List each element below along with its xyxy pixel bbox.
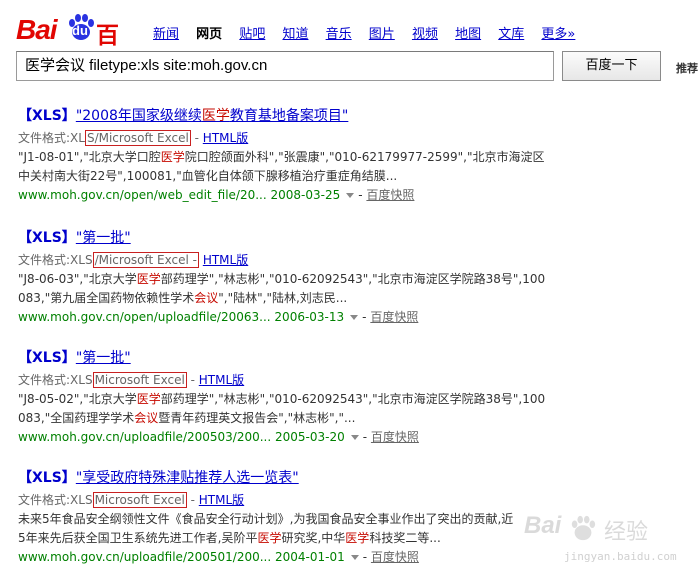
search-button[interactable]: 百度一下 xyxy=(562,51,661,81)
result-title-link[interactable]: "2008年国家级继续医学教育基地备案项目" xyxy=(76,108,349,124)
result-abstract: "J8-06-03","北京大学医学部药理学","林志彬","010-62092… xyxy=(18,272,546,305)
dropdown-arrow-icon[interactable] xyxy=(346,193,355,198)
result-title: 【XLS】"2008年国家级继续医学教育基地备案项目" xyxy=(18,106,688,126)
result-url-line: www.moh.gov.cn/open/uploadfile/20063... … xyxy=(18,310,419,324)
snapshot-link[interactable]: 百度快照 xyxy=(371,550,419,564)
result-url[interactable]: www.moh.gov.cn/uploadfile/200501/200... xyxy=(18,550,271,564)
html-version-link[interactable]: HTML版 xyxy=(203,253,248,267)
nav-item-images[interactable]: 图片 xyxy=(369,23,395,42)
file-format-value: Microsoft Excel xyxy=(92,492,187,508)
result-title: 【XLS】"第一批" xyxy=(18,348,688,368)
snapshot-link[interactable]: 百度快照 xyxy=(370,310,418,324)
dropdown-arrow-icon[interactable] xyxy=(350,435,359,440)
result-url[interactable]: www.moh.gov.cn/open/web_edit_file/20... xyxy=(18,188,267,202)
watermark-cn: 经验 xyxy=(604,520,649,545)
header: Bai du 百度 新闻 网页 贴吧 知道 音乐 图片 视频 地图 文库 更多»… xyxy=(0,0,700,88)
baidu-jingyan-watermark: Bai 经验 jingyan.baidu.com xyxy=(512,510,692,570)
paw-icon xyxy=(571,515,596,541)
file-format-value: /Microsoft Excel - xyxy=(92,252,199,268)
file-type-tag: 【XLS】 xyxy=(18,230,76,246)
html-version-link[interactable]: HTML版 xyxy=(199,493,244,507)
dropdown-arrow-icon[interactable] xyxy=(350,555,359,560)
nav-item-wenku[interactable]: 文库 xyxy=(498,23,524,42)
result-abstract: "J8-05-02","北京大学医学部药理学","林志彬","010-62092… xyxy=(18,392,546,425)
file-format-label: 文件格式:XL xyxy=(18,131,85,145)
file-format-line: 文件格式:XLS Microsoft Excel - HTML版 xyxy=(18,372,245,388)
search-input[interactable]: 医学会议 filetype:xls site:moh.gov.cn xyxy=(16,51,554,81)
dropdown-arrow-icon[interactable] xyxy=(350,315,359,320)
result-title-link[interactable]: "第一批" xyxy=(76,230,131,246)
result-date: 2008-03-25 xyxy=(270,188,341,202)
nav-item-web[interactable]: 网页 xyxy=(196,23,222,42)
nav-item-tieba[interactable]: 贴吧 xyxy=(239,23,265,42)
html-version-link[interactable]: HTML版 xyxy=(203,131,248,145)
file-format-label: 文件格式:XLS xyxy=(18,373,93,387)
result-url-line: www.moh.gov.cn/open/web_edit_file/20... … xyxy=(18,188,415,202)
result-title-link[interactable]: "享受政府特殊津贴推荐人选一览表" xyxy=(76,470,299,486)
nav-item-video[interactable]: 视频 xyxy=(412,23,438,42)
result-title: 【XLS】"第一批" xyxy=(18,228,688,248)
nav-item-news[interactable]: 新闻 xyxy=(153,23,179,42)
search-result: 【XLS】"2008年国家级继续医学教育基地备案项目" 文件格式:XL S/Mic… xyxy=(18,106,688,205)
html-version-link[interactable]: HTML版 xyxy=(199,373,244,387)
watermark-brand: Bai xyxy=(524,512,562,539)
snapshot-link[interactable]: 百度快照 xyxy=(366,188,414,202)
file-format-value: Microsoft Excel xyxy=(92,372,187,388)
file-format-value: S/Microsoft Excel xyxy=(84,130,191,146)
result-title: 【XLS】"享受政府特殊津贴推荐人选一览表" xyxy=(18,468,688,488)
result-url-line: www.moh.gov.cn/uploadfile/200503/200... … xyxy=(18,430,419,444)
result-title-link[interactable]: "第一批" xyxy=(76,350,131,366)
baidu-logo[interactable]: Bai du 百度 xyxy=(16,10,136,83)
snapshot-link[interactable]: 百度快照 xyxy=(371,430,419,444)
result-url[interactable]: www.moh.gov.cn/open/uploadfile/20063... xyxy=(18,310,271,324)
nav-item-map[interactable]: 地图 xyxy=(455,23,481,42)
file-format-line: 文件格式:XLS Microsoft Excel - HTML版 xyxy=(18,492,245,508)
result-abstract: "J1-08-01","北京大学口腔医学院口腔颌面外科","张震康","010-… xyxy=(18,150,545,183)
search-result: 【XLS】"第一批" 文件格式:XLS Microsoft Excel - HTM… xyxy=(18,348,688,447)
nav-item-more[interactable]: 更多» xyxy=(541,23,575,42)
logo-text-du: du xyxy=(72,23,88,38)
result-date: 2006-03-13 xyxy=(274,310,345,324)
nav-item-zhidao[interactable]: 知道 xyxy=(282,23,308,42)
result-url[interactable]: www.moh.gov.cn/uploadfile/200503/200... xyxy=(18,430,271,444)
recommend-link[interactable]: 推荐 xyxy=(676,60,698,76)
logo-text-bai: Bai xyxy=(16,14,58,45)
result-date: 2005-03-20 xyxy=(275,430,345,444)
nav-bar: 新闻 网页 贴吧 知道 音乐 图片 视频 地图 文库 更多» xyxy=(153,23,588,42)
nav-item-music[interactable]: 音乐 xyxy=(326,23,352,42)
search-result: 【XLS】"第一批" 文件格式:XLS/Microsoft Excel - HT… xyxy=(18,228,688,327)
file-format-line: 文件格式:XLS/Microsoft Excel - HTML版 xyxy=(18,130,249,146)
file-type-tag: 【XLS】 xyxy=(18,108,76,124)
file-type-tag: 【XLS】 xyxy=(18,350,76,366)
file-format-label: 文件格式:XLS xyxy=(18,253,93,267)
file-format-line: 文件格式:XLS/Microsoft Excel - HTML版 xyxy=(18,250,688,270)
file-type-tag: 【XLS】 xyxy=(18,470,76,486)
file-format-label: 文件格式:XLS xyxy=(18,493,93,507)
watermark-url: jingyan.baidu.com xyxy=(564,550,677,563)
result-date: 2004-01-01 xyxy=(275,550,345,564)
